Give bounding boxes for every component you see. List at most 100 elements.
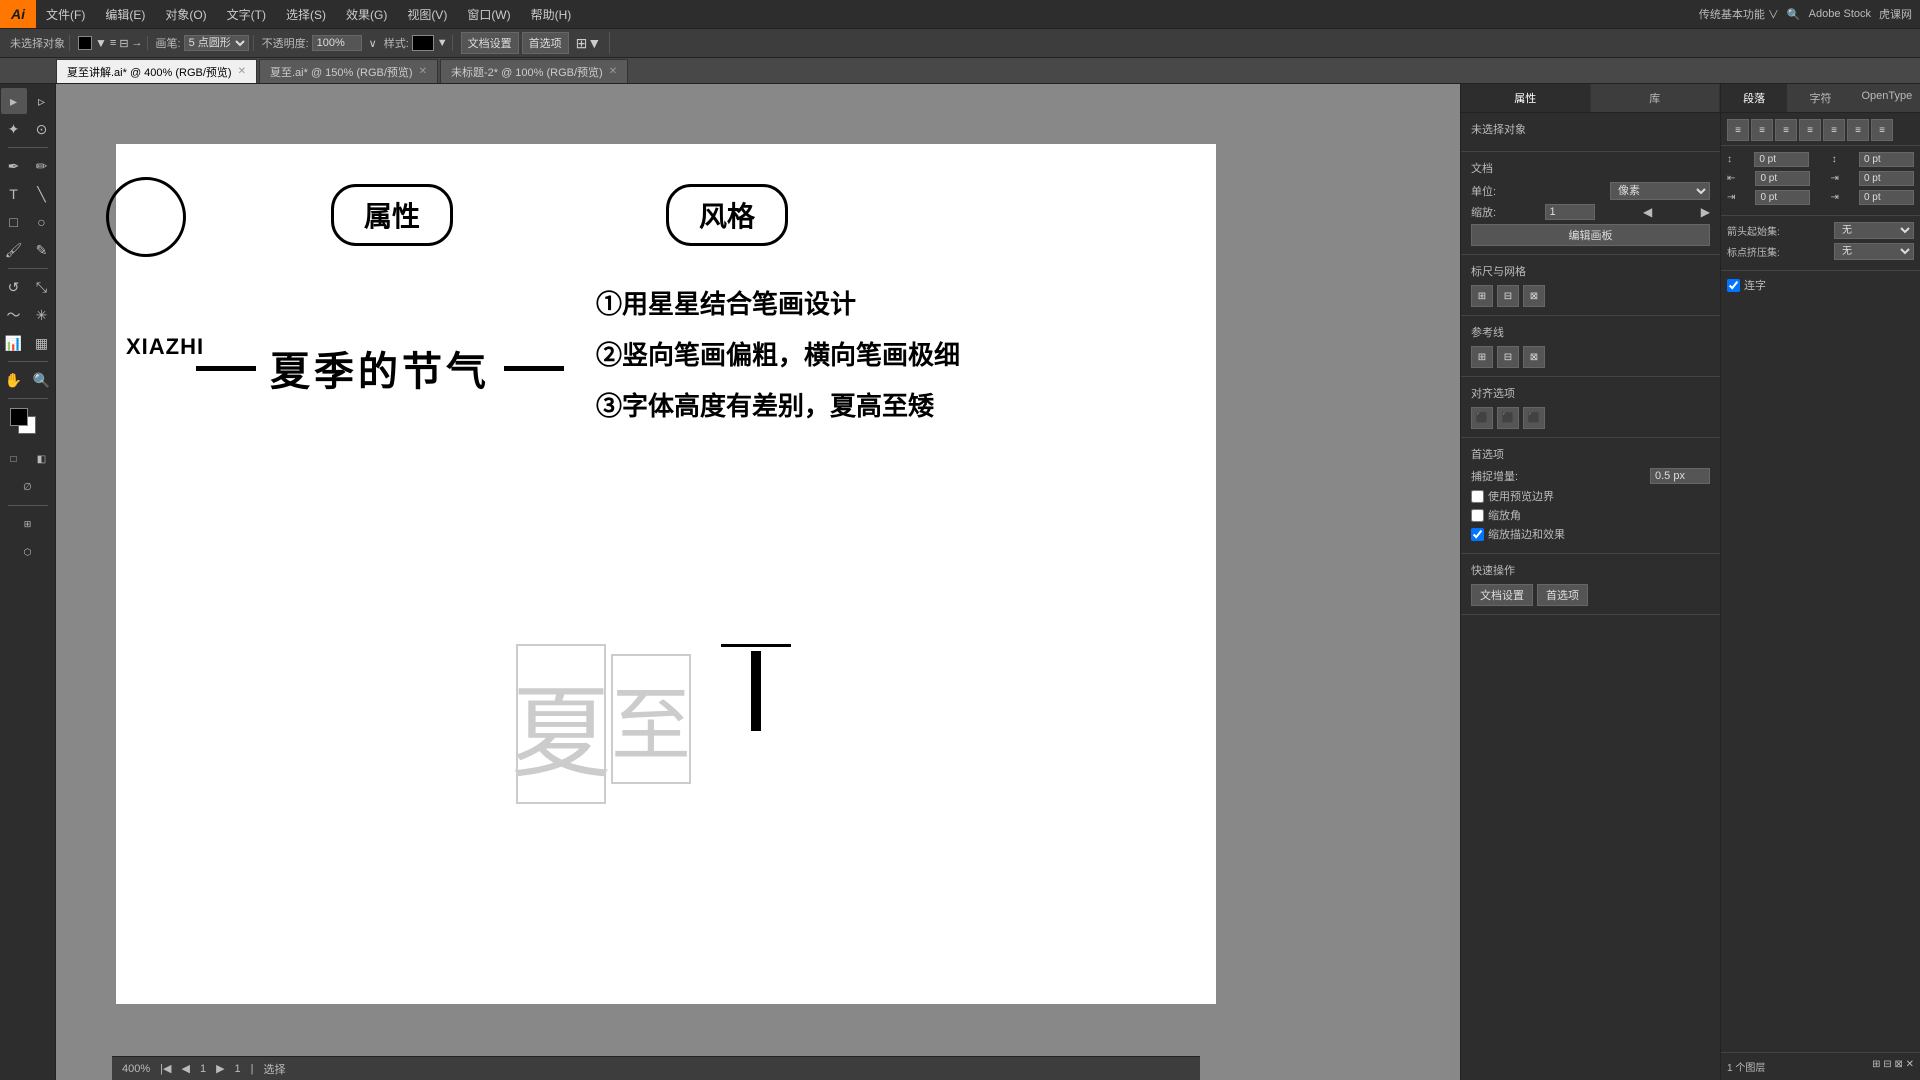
rulers-icon[interactable]: ⊞: [1471, 285, 1493, 307]
align-left-edge-icon[interactable]: ⬛: [1471, 407, 1493, 429]
opacity-label: 不透明度:: [262, 35, 309, 51]
selection-tool[interactable]: ▸: [1, 88, 27, 114]
magic-wand-tool[interactable]: ✦: [1, 116, 27, 142]
normal-mode-icon[interactable]: □: [1, 446, 27, 472]
rotate-tool[interactable]: ↺: [1, 274, 27, 300]
warp-tool[interactable]: 〜: [1, 302, 27, 328]
symbol-tool[interactable]: ✳: [29, 302, 55, 328]
panel-tab-character[interactable]: 字符: [1787, 84, 1853, 112]
artboard-next-icon[interactable]: ▶: [216, 1062, 224, 1075]
search-icon[interactable]: 🔍: [1787, 8, 1801, 21]
first-indent-input[interactable]: [1755, 190, 1810, 205]
arrange-icon[interactable]: ⊞▼: [572, 35, 606, 52]
tab-0[interactable]: 夏至讲解.ai* @ 400% (RGB/预览) ✕: [56, 59, 257, 83]
menu-view[interactable]: 视图(V): [397, 0, 457, 28]
text-tool[interactable]: T: [1, 181, 27, 207]
hand-tool[interactable]: ✋: [1, 367, 27, 393]
tab-0-close[interactable]: ✕: [238, 66, 246, 77]
justify-end-icon[interactable]: ≡: [1871, 119, 1893, 141]
panel-tab-paragraph[interactable]: 段落: [1721, 84, 1787, 112]
arrow-start-select[interactable]: 无: [1834, 222, 1914, 239]
use-preview-checkbox[interactable]: [1471, 490, 1484, 503]
preferences-button[interactable]: 首选项: [522, 32, 569, 54]
guides-icon[interactable]: ⊠: [1523, 285, 1545, 307]
quick-preferences-button[interactable]: 首选项: [1537, 584, 1588, 606]
bullet-1: ①用星星结合笔画设计: [596, 284, 960, 321]
justify-last-icon[interactable]: ≡: [1823, 119, 1845, 141]
space-after-input[interactable]: [1859, 152, 1914, 167]
align-center-p-icon[interactable]: ≡: [1751, 119, 1773, 141]
scale-corners-checkbox[interactable]: [1471, 509, 1484, 522]
quick-doc-setup-button[interactable]: 文档设置: [1471, 584, 1533, 606]
menu-text[interactable]: 文字(T): [217, 0, 276, 28]
style-swatch[interactable]: [412, 35, 434, 51]
scale-right-arrow[interactable]: ▶: [1701, 205, 1710, 219]
align-right-edge-icon[interactable]: ⬛: [1523, 407, 1545, 429]
scale-tool[interactable]: ⤡: [29, 274, 55, 300]
guide-icon-2[interactable]: ⊟: [1497, 346, 1519, 368]
pencil-tool[interactable]: ✎: [29, 237, 55, 263]
space-before-input[interactable]: [1754, 152, 1809, 167]
selection-tool-row: ▸ ▹: [1, 88, 55, 114]
align-right-p-icon[interactable]: ≡: [1775, 119, 1797, 141]
rectangle-tool[interactable]: □: [1, 209, 27, 235]
pattern-icon[interactable]: ⬡: [15, 539, 41, 565]
menu-file[interactable]: 文件(F): [36, 0, 95, 28]
edit-artboard-button[interactable]: 编辑画板: [1471, 224, 1710, 246]
doc-setup-button[interactable]: 文档设置: [461, 32, 519, 54]
bar-chart[interactable]: ▦: [29, 330, 55, 356]
guide-icon-3[interactable]: ⊠: [1523, 346, 1545, 368]
stroke-color-swatch[interactable]: [78, 36, 92, 50]
add-anchor-tool[interactable]: ✏: [29, 153, 55, 179]
justify-icon[interactable]: ≡: [1799, 119, 1821, 141]
tab-2-close[interactable]: ✕: [609, 66, 617, 77]
tab-1[interactable]: 夏至.ai* @ 150% (RGB/预览) ✕: [259, 59, 438, 83]
pen-tool[interactable]: ✒: [1, 153, 27, 179]
direct-selection-tool[interactable]: ▹: [29, 88, 55, 114]
tab-2[interactable]: 未标题-2* @ 100% (RGB/预览) ✕: [440, 59, 628, 83]
panel-tab-libraries[interactable]: 库: [1591, 84, 1721, 112]
align-center-icon[interactable]: ⬛: [1497, 407, 1519, 429]
zoom-tool[interactable]: 🔍: [29, 367, 55, 393]
justify-all-icon[interactable]: ≡: [1847, 119, 1869, 141]
none-icon[interactable]: ∅: [15, 474, 41, 500]
last-indent-input[interactable]: [1859, 190, 1914, 205]
snap-tolerance-label: 捕捉增量:: [1471, 468, 1518, 484]
grid-icon[interactable]: ⊟: [1497, 285, 1519, 307]
opacity-input[interactable]: [312, 35, 362, 51]
scale-left-arrow[interactable]: ◀: [1643, 205, 1652, 219]
menu-window[interactable]: 窗口(W): [457, 0, 520, 28]
panel-tab-opentype[interactable]: OpenType: [1854, 84, 1920, 112]
artboard-prev-icon[interactable]: ◀: [181, 1062, 189, 1075]
indent-right-input[interactable]: [1859, 171, 1914, 186]
menu-object[interactable]: 对象(O): [155, 0, 216, 28]
column-graph-tool[interactable]: 📊: [1, 330, 27, 356]
scale-effects-checkbox[interactable]: [1471, 528, 1484, 541]
align-left-icon[interactable]: ≡: [1727, 119, 1749, 141]
lasso-tool[interactable]: ⊙: [29, 116, 55, 142]
ligature-checkbox[interactable]: [1727, 279, 1740, 292]
brush-select[interactable]: 5 点圆形: [184, 35, 249, 51]
snap-tolerance-input[interactable]: [1650, 468, 1710, 484]
artboard-nav-icon[interactable]: ⊞: [15, 511, 41, 537]
separator-3: [8, 361, 48, 362]
guide-icon-1[interactable]: ⊞: [1471, 346, 1493, 368]
menu-edit[interactable]: 编辑(E): [95, 0, 155, 28]
indent-left-input[interactable]: [1755, 171, 1810, 186]
paintbrush-tool[interactable]: 🖌: [1, 237, 27, 263]
tab-1-close[interactable]: ✕: [419, 66, 427, 77]
unit-select[interactable]: 像素: [1610, 182, 1710, 200]
ellipse-tool[interactable]: ○: [29, 209, 55, 235]
line-tool[interactable]: ╲: [29, 181, 55, 207]
menu-effect[interactable]: 效果(G): [336, 0, 397, 28]
canvas-area[interactable]: 属性 风格 XIAZHI 夏季的节气: [56, 84, 1460, 1080]
opacity-separator: ∨: [369, 37, 377, 50]
arrow-end-select[interactable]: 无: [1834, 243, 1914, 260]
foreground-color-swatch[interactable]: [10, 408, 28, 426]
menu-help[interactable]: 帮助(H): [521, 0, 582, 28]
scale-input[interactable]: [1545, 204, 1595, 220]
gradient-icon[interactable]: ◧: [29, 446, 55, 472]
menu-select[interactable]: 选择(S): [276, 0, 336, 28]
right-dash: [504, 366, 564, 371]
panel-tab-attributes[interactable]: 属性: [1461, 84, 1591, 112]
